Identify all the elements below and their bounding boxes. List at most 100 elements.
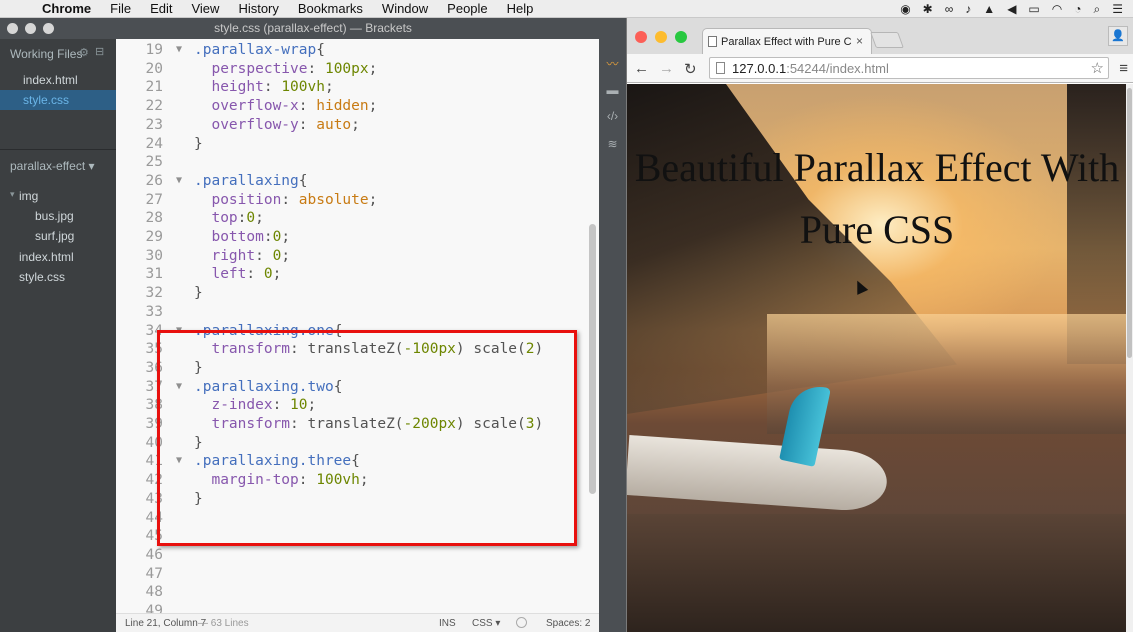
tree-item-index-html[interactable]: index.html: [19, 250, 74, 264]
tab-close-icon[interactable]: ×: [856, 34, 863, 48]
fold-arrow-icon[interactable]: ▼: [176, 41, 182, 60]
menu-window[interactable]: Window: [382, 1, 428, 16]
code-line[interactable]: 20 perspective: 100px;: [116, 60, 599, 79]
code-line[interactable]: 26 ▼ .parallaxing{: [116, 172, 599, 191]
insert-mode-toggle[interactable]: INS: [439, 618, 456, 629]
hero-title: Beautiful Parallax Effect With Pure CSS: [634, 145, 1120, 252]
record-icon[interactable]: ◉: [900, 2, 910, 16]
line-number: 28: [145, 210, 163, 227]
chrome-zoom-icon[interactable]: [675, 31, 687, 43]
reload-icon[interactable]: ↻: [684, 60, 697, 78]
code-text: perspective: 100px;: [194, 60, 378, 77]
line-number: 24: [145, 135, 163, 152]
chrome-close-icon[interactable]: [635, 31, 647, 43]
line-number: 45: [145, 528, 163, 545]
code-line[interactable]: 29 bottom:0;: [116, 228, 599, 247]
wifi-icon[interactable]: ◠: [1052, 2, 1062, 16]
code-line[interactable]: 22 overflow-x: hidden;: [116, 97, 599, 116]
menu-file[interactable]: File: [110, 1, 131, 16]
layers-icon[interactable]: ≋: [604, 137, 621, 151]
code-inspector-icon[interactable]: ‹/›: [604, 109, 621, 123]
notification-bell-icon[interactable]: ♪: [965, 2, 971, 16]
menu-history[interactable]: History: [238, 1, 278, 16]
working-files-settings-icon[interactable]: ⚙: [79, 46, 89, 59]
menu-people[interactable]: People: [447, 1, 487, 16]
folder-expand-icon[interactable]: ▾: [10, 189, 15, 200]
code-text: top:0;: [194, 210, 264, 227]
tree-item-style-css[interactable]: style.css: [19, 270, 65, 284]
code-line[interactable]: 32}: [116, 284, 599, 303]
code-line[interactable]: 31 left: 0;: [116, 265, 599, 284]
code-line[interactable]: 28 top:0;: [116, 209, 599, 228]
battery-icon[interactable]: ▭: [1028, 2, 1039, 16]
code-line[interactable]: 46: [116, 546, 599, 565]
chrome-menu-icon[interactable]: ≡: [1119, 60, 1128, 77]
menu-chrome[interactable]: Chrome: [42, 1, 91, 16]
creative-cloud-icon[interactable]: ∞: [945, 2, 954, 16]
tree-item-surf-jpg[interactable]: surf.jpg: [35, 229, 74, 243]
menu-bookmarks[interactable]: Bookmarks: [298, 1, 363, 16]
code-line[interactable]: 23 overflow-y: auto;: [116, 116, 599, 135]
line-number: 43: [145, 490, 163, 507]
snowflake-icon[interactable]: ✱: [923, 2, 933, 16]
brackets-title-bar: style.css (parallax-effect) — Brackets: [0, 18, 626, 39]
linting-status-icon[interactable]: [516, 617, 527, 628]
window-title: style.css (parallax-effect) — Brackets: [214, 21, 412, 35]
cursor-position: Line 21, Column 7: [125, 618, 207, 629]
code-text: bottom:0;: [194, 229, 291, 245]
extension-manager-icon[interactable]: ▬: [604, 83, 621, 97]
page-scrollbar[interactable]: [1126, 84, 1133, 632]
working-file-style-css[interactable]: style.css: [23, 93, 69, 107]
line-number: 35: [145, 341, 163, 358]
zoom-window-icon[interactable]: [43, 23, 54, 34]
line-number: 41: [145, 453, 163, 470]
forward-arrow-icon[interactable]: →: [659, 60, 674, 77]
tree-item-img[interactable]: img: [19, 189, 38, 203]
working-file-index-html[interactable]: index.html: [23, 73, 78, 87]
new-tab-button[interactable]: [870, 32, 904, 48]
browser-tab[interactable]: Parallax Effect with Pure C ×: [702, 28, 872, 54]
page-viewport[interactable]: Beautiful Parallax Effect With Pure CSS: [627, 84, 1127, 632]
code-line[interactable]: 25: [116, 153, 599, 172]
code-line[interactable]: 30 right: 0;: [116, 247, 599, 266]
menu-help[interactable]: Help: [507, 1, 534, 16]
url-text: 127.0.0.1:54244/index.html: [732, 61, 889, 76]
line-number: 34: [145, 322, 163, 339]
drive-icon[interactable]: ▲: [983, 2, 995, 16]
code-line[interactable]: 47: [116, 565, 599, 584]
profile-avatar-icon[interactable]: 👤: [1108, 26, 1128, 46]
minimize-window-icon[interactable]: [25, 23, 36, 34]
menu-edit[interactable]: Edit: [150, 1, 172, 16]
clock-icon[interactable]: ◔: [1074, 2, 1081, 16]
bookmark-star-icon[interactable]: ☆: [1091, 59, 1104, 77]
split-view-icon[interactable]: ⊟: [95, 45, 104, 58]
spotlight-search-icon[interactable]: ⌕: [1094, 2, 1101, 17]
notification-center-icon[interactable]: ☰: [1112, 2, 1123, 16]
code-line[interactable]: 48: [116, 583, 599, 602]
project-dropdown[interactable]: parallax-effect ▾: [10, 159, 95, 173]
line-number: 46: [145, 546, 163, 563]
back-arrow-icon[interactable]: ←: [634, 60, 649, 77]
page-info-icon[interactable]: [716, 62, 725, 74]
chrome-minimize-icon[interactable]: [655, 31, 667, 43]
line-number: 27: [145, 191, 163, 208]
fold-arrow-icon[interactable]: ▼: [176, 172, 182, 191]
brackets-right-toolbar: 〰 ▬ ‹/› ≋: [599, 39, 626, 632]
code-line[interactable]: 21 height: 100vh;: [116, 78, 599, 97]
page-scrollbar-thumb[interactable]: [1127, 88, 1132, 358]
editor-scrollbar[interactable]: [589, 224, 596, 494]
address-bar[interactable]: 127.0.0.1:54244/index.html ☆: [709, 57, 1109, 79]
indent-spaces[interactable]: Spaces: 2: [546, 618, 590, 629]
code-line[interactable]: 19 ▼ .parallax-wrap{: [116, 41, 599, 60]
language-selector[interactable]: CSS ▾: [472, 618, 500, 629]
code-line[interactable]: 33: [116, 303, 599, 322]
close-window-icon[interactable]: [7, 23, 18, 34]
line-number: 33: [145, 303, 163, 320]
live-preview-icon[interactable]: 〰: [604, 55, 621, 71]
code-line[interactable]: 27 position: absolute;: [116, 191, 599, 210]
tree-item-bus-jpg[interactable]: bus.jpg: [35, 209, 74, 223]
macos-menu-bar: Chrome File Edit View History Bookmarks …: [0, 0, 1133, 18]
code-line[interactable]: 24}: [116, 135, 599, 154]
menu-view[interactable]: View: [191, 1, 219, 16]
volume-icon[interactable]: ◀: [1007, 2, 1016, 16]
